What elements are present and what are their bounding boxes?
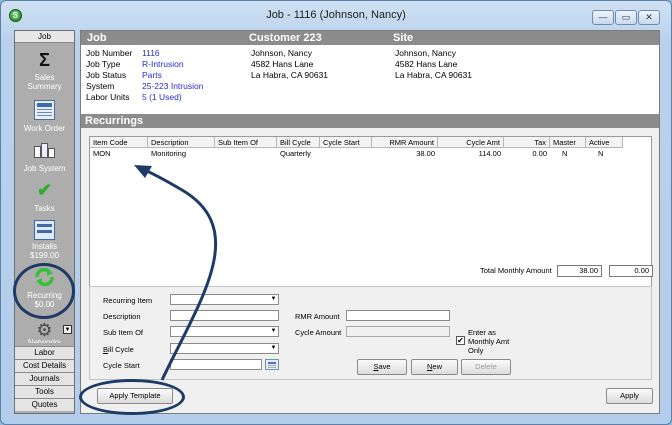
annotation-arrow [134, 165, 218, 381]
